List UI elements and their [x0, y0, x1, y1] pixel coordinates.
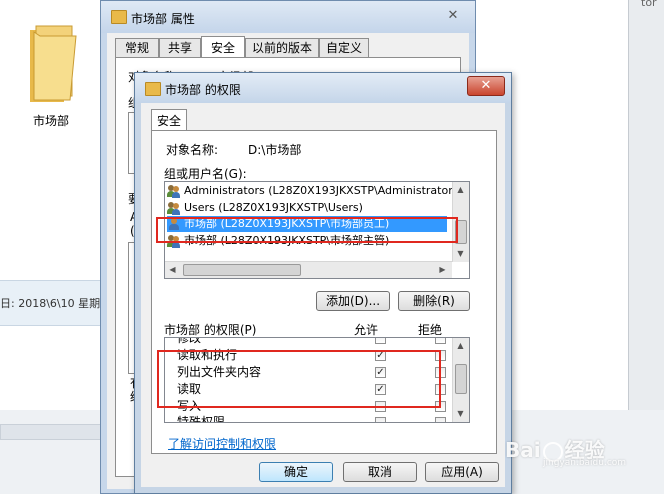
scroll-right-icon[interactable]: ▶ [435, 262, 450, 277]
explorer-status-bar: 日: 2018\6\10 星期 [0, 280, 100, 326]
users-group-icon [167, 234, 181, 248]
permissions-security-page: 对象名称: D:\市场部 组或用户名(G): Administrators (L… [151, 130, 497, 454]
deny-checkbox[interactable] [435, 401, 446, 412]
permission-name: 列出文件夹内容 [177, 365, 262, 379]
scroll-thumb[interactable] [455, 220, 467, 244]
watermark-subtext: jingyan.baidu.com [543, 458, 627, 468]
user-name: Users (L28Z0X193JKXSTP\Users) [184, 201, 363, 214]
folder-icon [145, 82, 161, 96]
tab-security[interactable]: 安全 [201, 36, 245, 58]
deny-checkbox[interactable] [435, 350, 446, 361]
remove-button[interactable]: 删除(R) [398, 291, 470, 311]
baidu-watermark: Bai 经验 jingyan.baidu.com [505, 434, 655, 474]
properties-titlebar[interactable]: 市场部 属性 ✕ [101, 1, 475, 33]
permission-row: 读取和执行 ✓ [165, 347, 455, 364]
permissions-vertical-scrollbar[interactable]: ▲ ▼ [452, 338, 469, 422]
permissions-list: 修改 读取和执行 ✓ 列出文件夹内容 ✓ 读取 ✓ 写入 特殊权限 ▲ ▼ [164, 337, 470, 423]
explorer-bottom-bar [0, 424, 112, 440]
scroll-thumb[interactable] [183, 264, 301, 276]
tab-customize[interactable]: 自定义 [319, 38, 369, 57]
close-icon: ✕ [480, 78, 492, 93]
tab-sharing[interactable]: 共享 [159, 38, 201, 57]
scroll-up-icon[interactable]: ▲ [453, 338, 468, 353]
permission-name: 写入 [177, 399, 202, 413]
deny-checkbox[interactable] [435, 338, 446, 344]
permission-name: 读取 [177, 382, 202, 396]
permissions-titlebar[interactable]: 市场部 的权限 ✕ [135, 73, 511, 103]
tab-security[interactable]: 安全 [151, 109, 187, 131]
desktop-folder-label: 市场部 [32, 114, 69, 128]
watermark-text: Bai [505, 438, 541, 462]
scroll-thumb[interactable] [455, 364, 467, 394]
scroll-down-icon[interactable]: ▼ [453, 406, 468, 421]
deny-checkbox[interactable] [435, 384, 446, 395]
tab-previous-versions[interactable]: 以前的版本 [245, 38, 319, 57]
tab-general[interactable]: 常规 [115, 38, 159, 57]
background-text: tor [641, 0, 657, 9]
apply-button[interactable]: 应用(A) [425, 462, 499, 482]
close-icon[interactable]: ✕ [441, 7, 465, 25]
user-row-users[interactable]: Users (L28Z0X193JKXSTP\Users) [167, 200, 447, 216]
deny-header: 拒绝 [418, 323, 443, 337]
users-horizontal-scrollbar[interactable]: ◀ ▶ [165, 261, 452, 278]
permission-name: 特殊权限 [177, 415, 226, 423]
deny-checkbox[interactable] [435, 367, 446, 378]
allow-checkbox[interactable]: ✓ [375, 367, 386, 378]
allow-checkbox[interactable]: ✓ [375, 350, 386, 361]
close-button[interactable]: ✕ [467, 76, 505, 96]
permission-row: 特殊权限 [165, 414, 455, 423]
user-name: 市场部 (L28Z0X193JKXSTP\市场部员工) [184, 217, 390, 230]
scroll-left-icon[interactable]: ◀ [165, 262, 180, 277]
add-button[interactable]: 添加(D)... [316, 291, 390, 311]
learn-access-control-link[interactable]: 了解访问控制和权限 [168, 435, 276, 452]
permission-row: 读取 ✓ [165, 381, 455, 398]
deny-checkbox[interactable] [435, 417, 446, 422]
ok-button[interactable]: 确定 [259, 462, 333, 482]
user-row-administrators[interactable]: Administrators (L28Z0X193JKXSTP\Administ… [167, 183, 458, 199]
scroll-up-icon[interactable]: ▲ [453, 182, 468, 197]
permissions-title: 市场部 的权限 [165, 83, 241, 97]
user-row-market-staff[interactable]: 市场部 (L28Z0X193JKXSTP\市场部员工) [167, 216, 447, 232]
users-group-icon [167, 184, 181, 198]
permissions-dialog: 市场部 的权限 ✕ 安全 对象名称: D:\市场部 组或用户名(G): Admi… [134, 72, 512, 494]
users-vertical-scrollbar[interactable]: ▲ ▼ [452, 182, 469, 262]
scroll-down-icon[interactable]: ▼ [453, 246, 468, 261]
permission-row: 修改 [165, 337, 455, 347]
permission-name: 修改 [177, 337, 202, 345]
allow-checkbox[interactable] [375, 401, 386, 412]
permissions-label: 市场部 的权限(P) [164, 323, 257, 337]
users-group-icon [167, 201, 181, 215]
desktop-folder[interactable]: 市场部 [16, 8, 86, 128]
folder-icon [111, 10, 127, 24]
permission-name: 读取和执行 [177, 348, 238, 362]
permission-row: 写入 [165, 398, 455, 415]
status-date-text: 日: 2018\6\10 星期 [0, 297, 101, 310]
allow-checkbox[interactable]: ✓ [375, 384, 386, 395]
object-name-label: 对象名称: [166, 143, 219, 157]
user-name: Administrators (L28Z0X193JKXSTP\Administ… [184, 184, 459, 197]
user-name: 市场部 (L28Z0X193JKXSTP\市场部主管) [184, 234, 390, 247]
allow-header: 允许 [354, 323, 379, 337]
cancel-button[interactable]: 取消 [343, 462, 417, 482]
permission-row: 列出文件夹内容 ✓ [165, 364, 455, 381]
user-icon [167, 217, 181, 231]
allow-checkbox[interactable] [375, 338, 386, 344]
allow-checkbox[interactable] [375, 417, 386, 422]
user-row-market-manager[interactable]: 市场部 (L28Z0X193JKXSTP\市场部主管) [167, 233, 447, 249]
properties-title: 市场部 属性 [131, 12, 195, 26]
folder-icon [30, 25, 77, 102]
permissions-body: 安全 对象名称: D:\市场部 组或用户名(G): Administrators… [141, 103, 505, 487]
group-or-user-label: 组或用户名(G): [164, 167, 247, 181]
users-list[interactable]: Administrators (L28Z0X193JKXSTP\Administ… [164, 181, 470, 279]
object-name-value: D:\市场部 [248, 143, 302, 157]
